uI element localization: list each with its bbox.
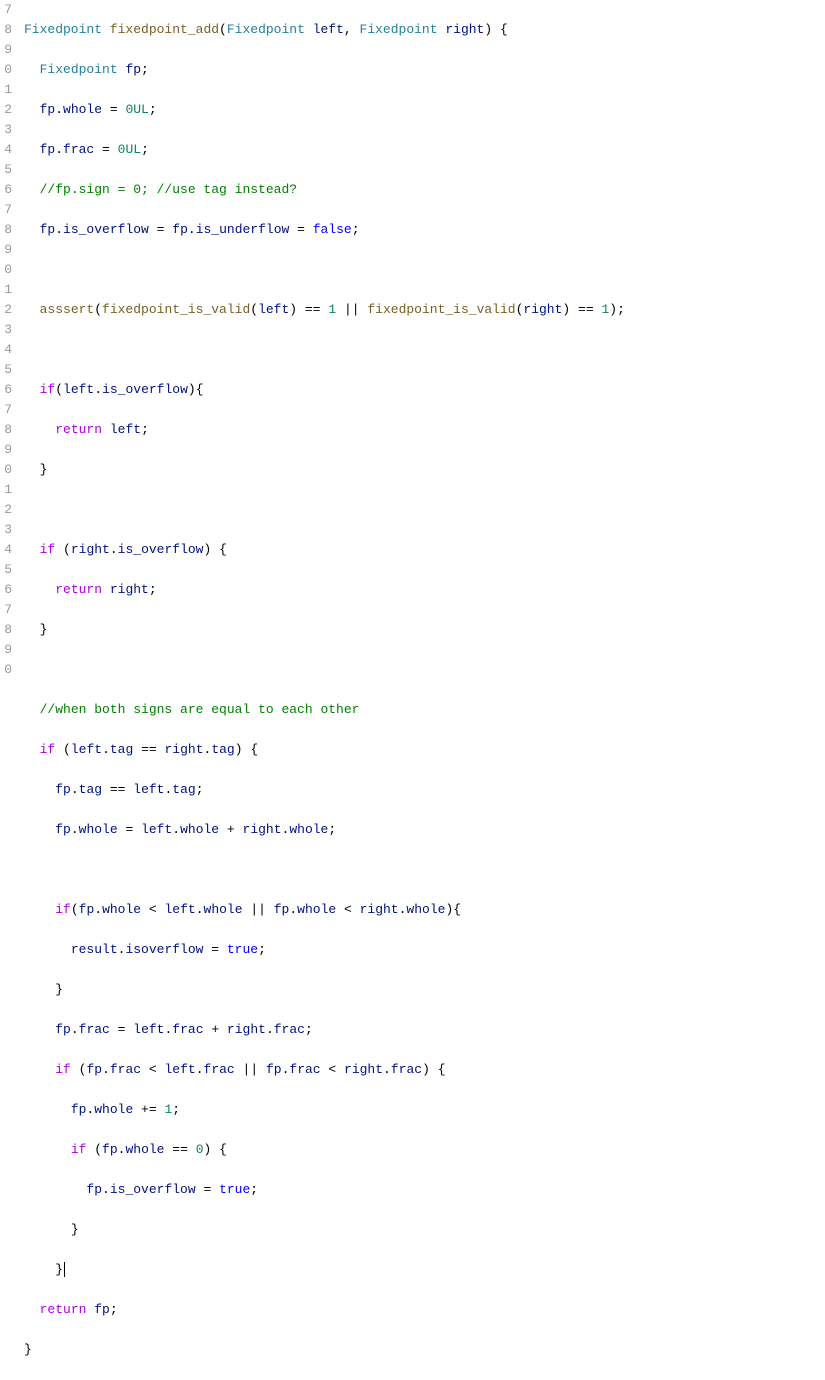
code-line[interactable]: fp.frac = 0UL; bbox=[24, 140, 625, 160]
code-line[interactable] bbox=[24, 660, 625, 680]
line-number: 1 bbox=[0, 480, 12, 500]
code-line[interactable]: } bbox=[24, 1260, 625, 1280]
code-line[interactable]: fp.is_overflow = fp.is_underflow = false… bbox=[24, 220, 625, 240]
line-number: 3 bbox=[0, 120, 12, 140]
code-line[interactable]: if(left.is_overflow){ bbox=[24, 380, 625, 400]
line-number: 7 bbox=[0, 200, 12, 220]
code-line[interactable]: return fp; bbox=[24, 1300, 625, 1320]
line-number: 6 bbox=[0, 180, 12, 200]
code-line[interactable]: } bbox=[24, 460, 625, 480]
type-token: Fixedpoint bbox=[24, 22, 102, 37]
line-number: 3 bbox=[0, 520, 12, 540]
comment: //when both signs are equal to each othe… bbox=[40, 702, 360, 717]
line-number: 5 bbox=[0, 560, 12, 580]
line-number: 6 bbox=[0, 580, 12, 600]
code-line[interactable]: if(fp.whole < left.whole || fp.whole < r… bbox=[24, 900, 625, 920]
code-line[interactable]: fp.whole += 1; bbox=[24, 1100, 625, 1120]
code-line[interactable]: result.isoverflow = true; bbox=[24, 940, 625, 960]
line-number: 9 bbox=[0, 40, 12, 60]
line-number: 7 bbox=[0, 600, 12, 620]
line-number: 4 bbox=[0, 340, 12, 360]
code-line[interactable]: return left; bbox=[24, 420, 625, 440]
line-number: 6 bbox=[0, 380, 12, 400]
code-line[interactable]: Fixedpoint fixedpoint_add(Fixedpoint lef… bbox=[24, 20, 625, 40]
line-number: 2 bbox=[0, 100, 12, 120]
code-line[interactable]: //fp.sign = 0; //use tag instead? bbox=[24, 180, 625, 200]
code-line[interactable]: fp.whole = 0UL; bbox=[24, 100, 625, 120]
line-number: 7 bbox=[0, 400, 12, 420]
code-line[interactable]: fp.tag == left.tag; bbox=[24, 780, 625, 800]
text-cursor bbox=[64, 1262, 65, 1277]
line-number: 1 bbox=[0, 80, 12, 100]
code-line[interactable]: if (fp.whole == 0) { bbox=[24, 1140, 625, 1160]
line-number: 3 bbox=[0, 320, 12, 340]
code-line[interactable]: } bbox=[24, 980, 625, 1000]
code-line[interactable] bbox=[24, 260, 625, 280]
line-number: 4 bbox=[0, 140, 12, 160]
code-line[interactable]: } bbox=[24, 1220, 625, 1240]
code-line[interactable]: } bbox=[24, 620, 625, 640]
line-number: 0 bbox=[0, 260, 12, 280]
line-number: 9 bbox=[0, 640, 12, 660]
line-number: 7 bbox=[0, 0, 12, 20]
code-line[interactable] bbox=[24, 860, 625, 880]
code-line[interactable]: Fixedpoint fp; bbox=[24, 60, 625, 80]
line-number-gutter: 7 8 9 0 1 2 3 4 5 6 7 8 9 0 1 2 3 4 5 6 … bbox=[0, 0, 20, 1380]
line-number: 8 bbox=[0, 20, 12, 40]
line-number: 1 bbox=[0, 280, 12, 300]
line-number: 8 bbox=[0, 420, 12, 440]
code-line[interactable]: fp.frac = left.frac + right.frac; bbox=[24, 1020, 625, 1040]
line-number: 8 bbox=[0, 220, 12, 240]
line-number: 5 bbox=[0, 160, 12, 180]
line-number: 4 bbox=[0, 540, 12, 560]
line-number: 5 bbox=[0, 360, 12, 380]
code-line[interactable]: asssert(fixedpoint_is_valid(left) == 1 |… bbox=[24, 300, 625, 320]
line-number: 2 bbox=[0, 500, 12, 520]
line-number: 2 bbox=[0, 300, 12, 320]
code-line[interactable] bbox=[24, 500, 625, 520]
comment: //fp.sign = 0; //use tag instead? bbox=[40, 182, 297, 197]
code-line[interactable]: if (right.is_overflow) { bbox=[24, 540, 625, 560]
line-number: 0 bbox=[0, 660, 12, 680]
code-line[interactable]: if (fp.frac < left.frac || fp.frac < rig… bbox=[24, 1060, 625, 1080]
code-line[interactable]: fp.whole = left.whole + right.whole; bbox=[24, 820, 625, 840]
line-number: 8 bbox=[0, 620, 12, 640]
code-editor[interactable]: Fixedpoint fixedpoint_add(Fixedpoint lef… bbox=[20, 0, 625, 1380]
code-line[interactable]: //when both signs are equal to each othe… bbox=[24, 700, 625, 720]
line-number: 0 bbox=[0, 60, 12, 80]
line-number: 9 bbox=[0, 240, 12, 260]
line-number: 9 bbox=[0, 440, 12, 460]
line-number: 0 bbox=[0, 460, 12, 480]
code-line[interactable] bbox=[24, 340, 625, 360]
code-line[interactable]: } bbox=[24, 1340, 625, 1360]
function-name: fixedpoint_add bbox=[110, 22, 219, 37]
code-line[interactable]: return right; bbox=[24, 580, 625, 600]
code-line[interactable]: fp.is_overflow = true; bbox=[24, 1180, 625, 1200]
code-line[interactable]: if (left.tag == right.tag) { bbox=[24, 740, 625, 760]
